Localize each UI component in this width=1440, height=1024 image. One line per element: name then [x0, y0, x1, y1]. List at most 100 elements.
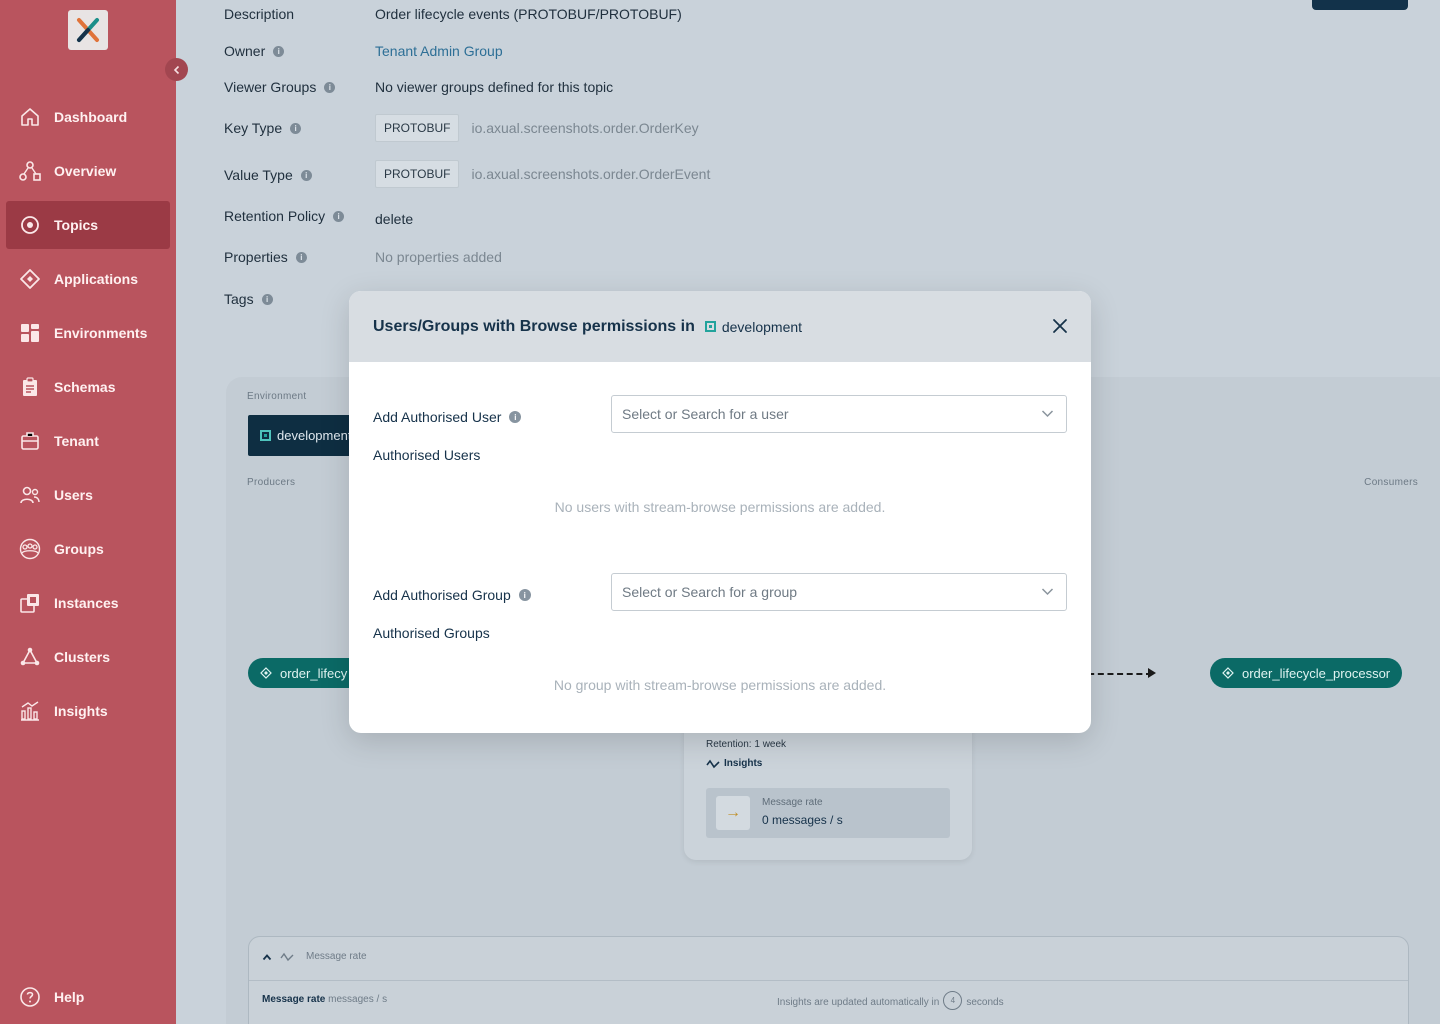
sidebar-item-label: Topics: [54, 217, 99, 233]
add-user-label: Add Authorised User i: [373, 409, 522, 425]
clusters-icon: [6, 646, 54, 668]
sidebar-item-clusters[interactable]: Clusters: [6, 633, 170, 681]
chevron-up-icon: [262, 953, 272, 960]
top-action-button[interactable]: [1312, 0, 1408, 10]
sidebar-item-help[interactable]: Help: [6, 973, 170, 1021]
sidebar-item-environments[interactable]: Environments: [6, 309, 170, 357]
consumer-app-name: order_lifecycle_processor: [1242, 665, 1391, 681]
sidebar-item-overview[interactable]: Overview: [6, 147, 170, 195]
info-icon[interactable]: i: [261, 293, 273, 305]
description-label: Description: [224, 6, 295, 22]
sidebar-item-label: Dashboard: [54, 109, 128, 125]
application-icon: [1222, 667, 1234, 679]
value-type-name: io.axual.screenshots.order.OrderEvent: [471, 166, 711, 182]
sidebar-item-label: Users: [54, 487, 93, 503]
countdown-timer: 4: [943, 991, 963, 1010]
no-users-message: No users with stream-browse permissions …: [554, 499, 886, 515]
metrics-header-label: Message rate: [306, 951, 367, 962]
modal-environment-tag: development: [704, 319, 802, 335]
environment-selector[interactable]: development: [248, 415, 358, 456]
info-icon[interactable]: i: [333, 210, 345, 222]
sidebar-item-label: Clusters: [54, 649, 111, 665]
key-type-name: io.axual.screenshots.order.OrderKey: [471, 120, 699, 136]
add-group-label: Add Authorised Group i: [373, 587, 531, 603]
consumer-app-node[interactable]: order_lifecycle_processor: [1210, 658, 1403, 688]
environments-icon: [6, 322, 54, 344]
owner-link[interactable]: Tenant Admin Group: [375, 43, 503, 59]
insights-link[interactable]: Insights: [706, 758, 762, 769]
group-search-select[interactable]: Select or Search for a group: [611, 573, 1067, 611]
topics-icon: [6, 214, 54, 236]
environment-label: Environment: [247, 391, 307, 402]
key-type-chip: PROTOBUF: [375, 114, 460, 142]
properties-value: No properties added: [375, 249, 502, 265]
info-icon[interactable]: i: [324, 81, 336, 93]
key-type-value: PROTOBUF io.axual.screenshots.order.Orde…: [375, 114, 699, 142]
properties-label: Properties i: [224, 249, 307, 265]
authorised-users-label: Authorised Users: [373, 447, 481, 463]
sidebar-item-label: Applications: [54, 271, 139, 287]
chevron-down-icon: [1041, 410, 1054, 418]
authorised-groups-label: Authorised Groups: [373, 625, 490, 641]
insights-wave-icon: [280, 952, 294, 961]
modal-title: Users/Groups with Browse permissions in: [373, 317, 695, 335]
group-search-placeholder: Select or Search for a group: [622, 584, 798, 600]
metrics-title: Message rate messages / s: [262, 994, 388, 1005]
environment-name: development: [277, 428, 352, 443]
overview-icon: [6, 160, 54, 182]
logo-icon: [77, 18, 99, 42]
schemas-icon: [6, 376, 54, 398]
sidebar-item-label: Tenant: [54, 433, 99, 449]
users-icon: [6, 484, 54, 506]
value-type-chip: PROTOBUF: [375, 160, 460, 188]
environment-icon: [704, 321, 716, 332]
tenant-icon: [6, 430, 54, 452]
message-rate-value: 0 messages / s: [762, 813, 843, 827]
sidebar-item-label: Environments: [54, 325, 148, 341]
info-icon[interactable]: i: [290, 122, 302, 134]
sidebar-item-insights[interactable]: Insights: [6, 687, 170, 735]
instances-icon: [6, 592, 54, 614]
sidebar-item-instances[interactable]: Instances: [6, 579, 170, 627]
insights-update-note: Insights are updated automatically in 4 …: [777, 991, 1004, 1010]
collapse-sidebar-button[interactable]: [165, 58, 188, 81]
info-icon[interactable]: i: [300, 169, 312, 181]
environment-icon: [260, 430, 271, 441]
close-button[interactable]: [1051, 317, 1069, 335]
sidebar-item-label: Instances: [54, 595, 119, 611]
tags-label: Tags i: [224, 291, 273, 307]
metrics-panel-header[interactable]: Message rate: [262, 951, 367, 962]
sidebar-item-label: Overview: [54, 163, 117, 179]
metrics-panel: Message rate Message rate messages / s I…: [248, 936, 1409, 1024]
sidebar-item-topics[interactable]: Topics: [6, 201, 170, 249]
info-icon[interactable]: i: [273, 45, 285, 57]
value-type-value: PROTOBUF io.axual.screenshots.order.Orde…: [375, 160, 710, 188]
value-type-label: Value Type i: [224, 167, 312, 183]
chevron-down-icon: [1041, 588, 1054, 596]
sidebar-item-dashboard[interactable]: Dashboard: [6, 93, 170, 141]
sidebar-item-label: Help: [54, 989, 85, 1005]
owner-label: Owner i: [224, 43, 285, 59]
sidebar-item-schemas[interactable]: Schemas: [6, 363, 170, 411]
insights-wave-icon: [706, 759, 720, 768]
help-icon: [6, 986, 54, 1008]
key-type-label: Key Type i: [224, 120, 302, 136]
sidebar-item-label: Groups: [54, 541, 104, 557]
sidebar: Dashboard Overview Topics Applications E…: [0, 0, 176, 1024]
info-icon[interactable]: i: [518, 589, 531, 601]
sidebar-item-groups[interactable]: Groups: [6, 525, 170, 573]
info-icon[interactable]: i: [295, 251, 307, 263]
info-icon[interactable]: i: [509, 411, 522, 423]
retention-policy-label: Retention Policy i: [224, 208, 345, 224]
user-search-select[interactable]: Select or Search for a user: [611, 395, 1067, 433]
app-logo[interactable]: [68, 10, 108, 50]
message-rate-label: Message rate: [762, 797, 823, 808]
applications-icon: [6, 268, 54, 290]
sidebar-item-tenant[interactable]: Tenant: [6, 417, 170, 465]
sidebar-item-users[interactable]: Users: [6, 471, 170, 519]
retention-policy-value: delete: [375, 211, 414, 227]
retention-text: Retention: 1 week: [706, 739, 787, 750]
sidebar-item-label: Schemas: [54, 379, 116, 395]
sidebar-item-applications[interactable]: Applications: [6, 255, 170, 303]
no-groups-message: No group with stream-browse permissions …: [553, 677, 887, 693]
